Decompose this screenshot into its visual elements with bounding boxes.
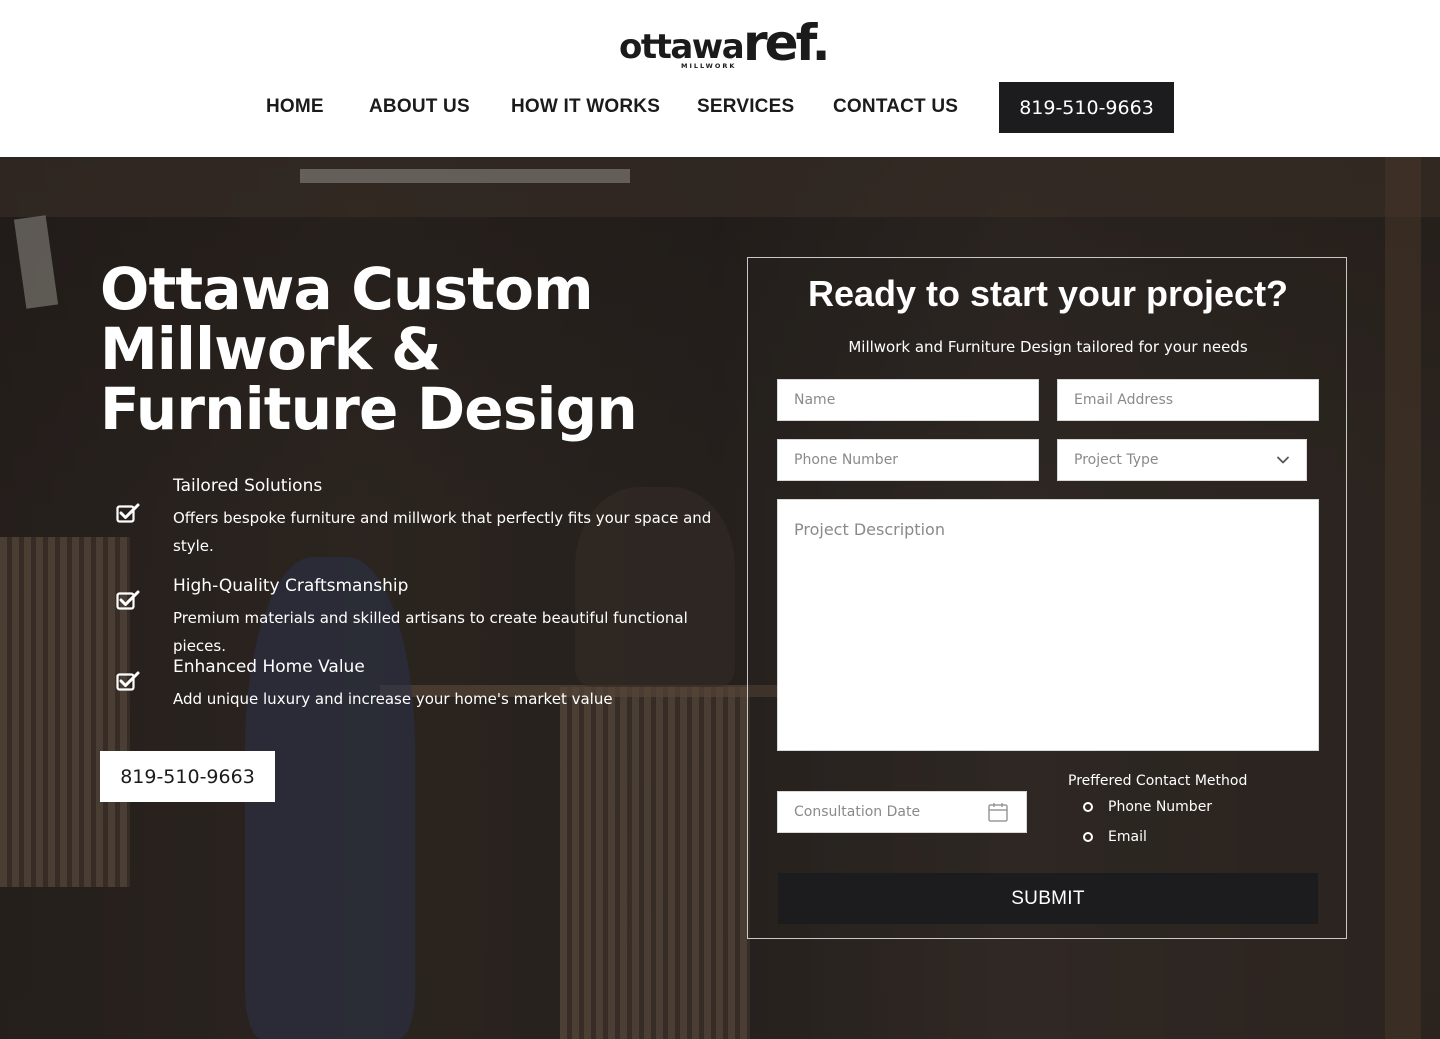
email-input[interactable]: Email Address [1057, 379, 1319, 421]
project-description-placeholder: Project Description [794, 520, 945, 539]
feature-item: High-Quality Craftsmanship Premium mater… [100, 576, 720, 655]
contact-method-label: Preffered Contact Method [1068, 773, 1248, 789]
feature-title: Enhanced Home Value [173, 657, 365, 677]
logo-word-ref: ref. [743, 14, 831, 72]
phone-input[interactable]: Phone Number [777, 439, 1039, 481]
feature-title: Tailored Solutions [173, 476, 323, 496]
radio-label: Phone Number [1108, 799, 1213, 815]
radio-button[interactable] [1083, 832, 1093, 842]
logo-subtitle: MILLWORK [681, 62, 737, 70]
email-placeholder: Email Address [1074, 392, 1174, 408]
hero-title-line: Furniture Design [100, 375, 638, 443]
consultation-date-placeholder: Consultation Date [794, 804, 921, 820]
header-phone-button[interactable]: 819-510-9663 [999, 82, 1174, 133]
checkbox-check-icon [116, 503, 140, 523]
project-request-form: Ready to start your project? Millwork an… [747, 257, 1347, 939]
consultation-date-input[interactable]: Consultation Date [777, 791, 1027, 833]
project-description-textarea[interactable]: Project Description [777, 499, 1319, 751]
checkbox-check-icon [116, 590, 140, 610]
radio-option-email[interactable]: Email [1083, 827, 1147, 847]
nav-home[interactable]: HOME [266, 96, 324, 118]
nav-how-it-works[interactable]: HOW IT WORKS [511, 96, 660, 118]
nav-services[interactable]: SERVICES [697, 96, 794, 118]
nav-contact-us[interactable]: CONTACT US [833, 96, 958, 118]
name-placeholder: Name [794, 392, 836, 408]
feature-description: Offers bespoke furniture and millwork th… [173, 509, 712, 555]
project-type-select[interactable]: Project Type [1057, 439, 1307, 481]
hero-title-line: Millwork & [100, 315, 442, 383]
chevron-down-icon [1277, 456, 1289, 464]
nav-about-us[interactable]: ABOUT US [369, 96, 470, 118]
project-type-placeholder: Project Type [1074, 452, 1159, 468]
hero-phone-button[interactable]: 819-510-9663 [100, 751, 275, 802]
radio-label: Email [1108, 829, 1147, 845]
form-subtitle: Millwork and Furniture Design tailored f… [848, 338, 1248, 356]
radio-button[interactable] [1083, 802, 1093, 812]
site-header: ottawa ref. MILLWORK HOME ABOUT US HOW I… [0, 0, 1440, 157]
brand-logo[interactable]: ottawa ref. MILLWORK [619, 18, 831, 72]
name-input[interactable]: Name [777, 379, 1039, 421]
checkbox-check-icon [116, 671, 140, 691]
hero-section: Ottawa Custom Millwork & Furniture Desig… [0, 157, 1440, 1039]
logo-word-ottawa: ottawa [619, 27, 745, 67]
feature-description: Add unique luxury and increase your home… [173, 690, 613, 708]
main-nav: HOME ABOUT US HOW IT WORKS SERVICES CONT… [0, 96, 1440, 122]
feature-item: Tailored Solutions Offers bespoke furnit… [100, 476, 720, 556]
feature-title: High-Quality Craftsmanship [173, 576, 409, 596]
submit-button[interactable]: SUBMIT [778, 873, 1318, 924]
feature-description: Premium materials and skilled artisans t… [173, 609, 688, 655]
form-title: Ready to start your project? [807, 273, 1289, 314]
phone-placeholder: Phone Number [794, 452, 899, 468]
hero-title: Ottawa Custom Millwork & Furniture Desig… [100, 259, 720, 439]
radio-option-phone[interactable]: Phone Number [1083, 797, 1212, 817]
hero-title-line: Ottawa Custom [100, 255, 594, 323]
feature-item: Enhanced Home Value Add unique luxury an… [100, 657, 720, 717]
calendar-icon[interactable] [987, 801, 1009, 823]
